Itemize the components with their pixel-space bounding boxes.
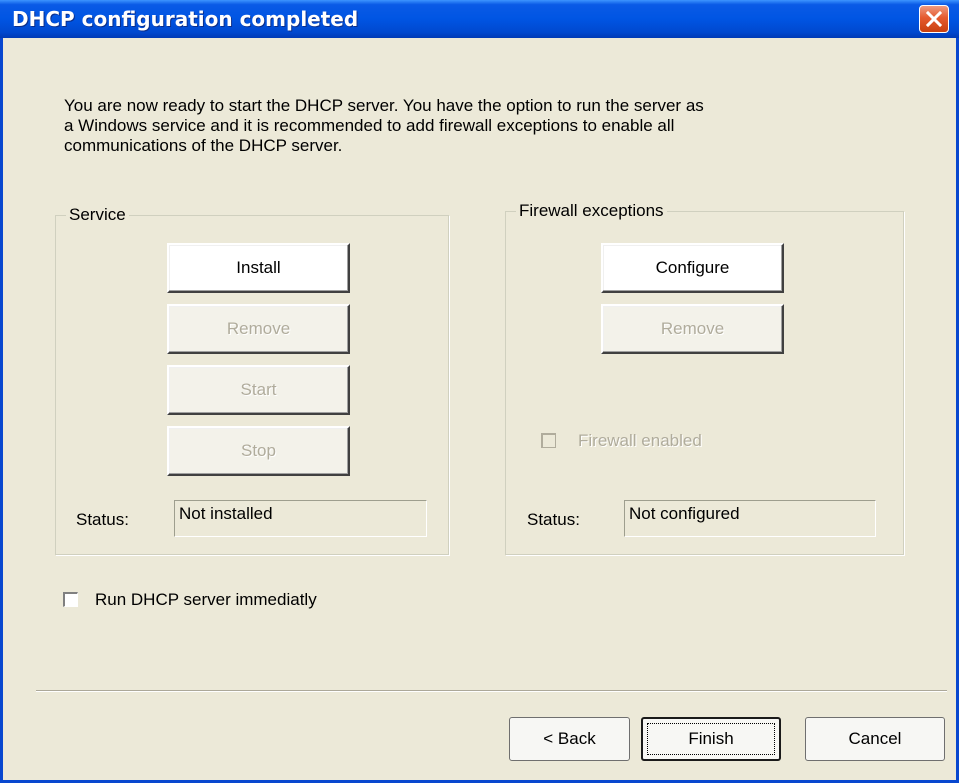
start-button[interactable]: Start	[167, 365, 350, 415]
configure-button[interactable]: Configure	[601, 243, 784, 293]
firewall-status-field: Not configured	[624, 500, 876, 537]
firewall-enabled-checkbox[interactable]	[541, 433, 556, 448]
finish-button[interactable]: Finish	[641, 717, 781, 761]
footer-separator	[36, 690, 947, 692]
install-button[interactable]: Install	[167, 243, 350, 293]
window-title: DHCP configuration completed	[12, 7, 359, 31]
firewall-group-title: Firewall exceptions	[516, 201, 667, 221]
intro-line-3: communications of the DHCP server.	[64, 136, 343, 155]
intro-line-1: You are now ready to start the DHCP serv…	[64, 96, 704, 115]
close-x-icon	[926, 11, 942, 27]
service-group-title: Service	[66, 205, 129, 225]
window-frame-left	[0, 38, 3, 783]
service-remove-button[interactable]: Remove	[167, 304, 350, 354]
run-immediately-checkbox[interactable]	[63, 592, 78, 607]
cancel-button[interactable]: Cancel	[805, 717, 945, 761]
intro-text: You are now ready to start the DHCP serv…	[64, 96, 884, 156]
run-immediately-label: Run DHCP server immediatly	[95, 590, 317, 609]
firewall-enabled-label: Firewall enabled	[578, 431, 702, 450]
close-button[interactable]	[919, 5, 949, 33]
intro-line-2: a Windows service and it is recommended …	[64, 116, 675, 135]
service-status-label: Status:	[76, 510, 129, 529]
focus-ring	[647, 723, 775, 755]
back-button[interactable]: < Back	[509, 717, 630, 761]
firewall-status-label: Status:	[527, 510, 580, 529]
firewall-remove-button[interactable]: Remove	[601, 304, 784, 354]
stop-button[interactable]: Stop	[167, 426, 350, 476]
service-status-field: Not installed	[174, 500, 427, 537]
title-bar: DHCP configuration completed	[0, 0, 959, 38]
